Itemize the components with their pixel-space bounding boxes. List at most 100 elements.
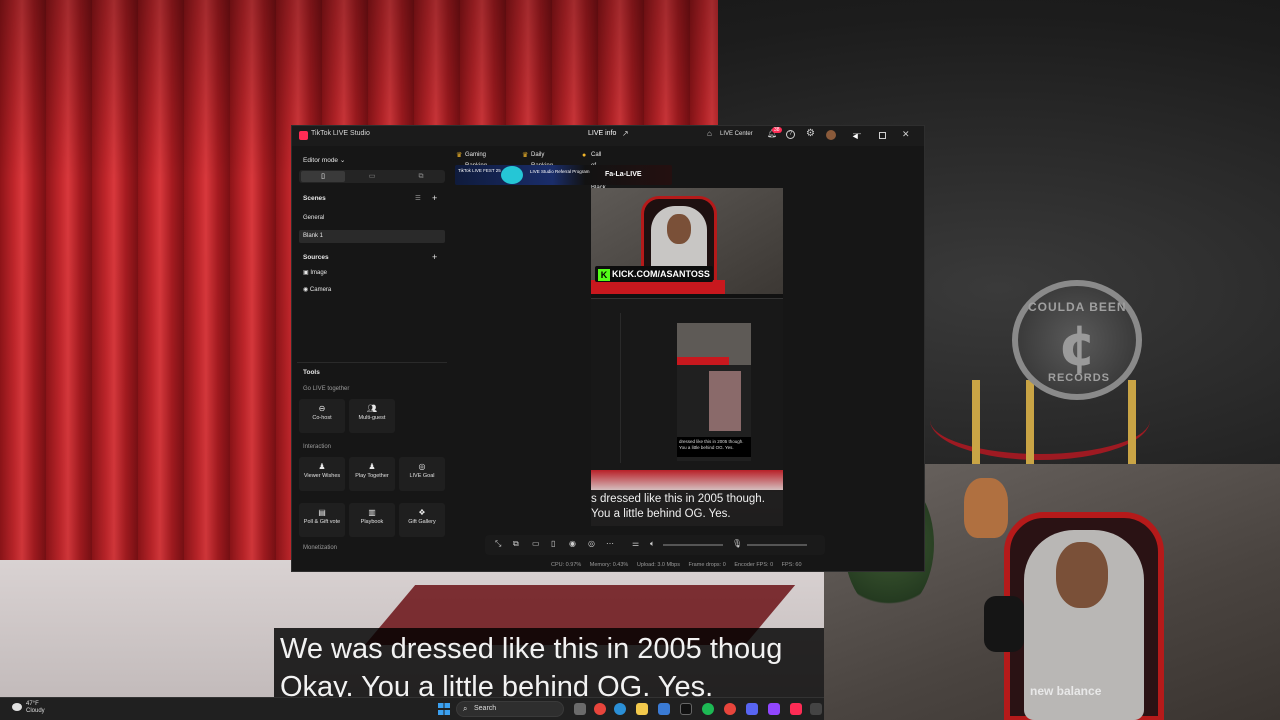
weather-condition: Cloudy bbox=[26, 708, 45, 714]
gift-gallery-label: Gift Gallery bbox=[408, 519, 436, 525]
file-explorer-icon[interactable] bbox=[636, 703, 648, 715]
phone-icon[interactable]: ▯ bbox=[551, 539, 555, 548]
live-info-title[interactable]: LIVE info bbox=[588, 130, 616, 137]
notification-badge: 38 bbox=[772, 127, 782, 133]
close-button[interactable]: ✕ bbox=[902, 129, 910, 140]
gift-gallery-button[interactable]: ❖ Gift Gallery bbox=[399, 503, 445, 537]
nested-capture: dressed like this in 2005 though. You a … bbox=[591, 294, 783, 470]
editor-mode-dropdown[interactable]: Editor mode ⌄ bbox=[303, 156, 345, 164]
landscape-layout-button[interactable]: ▭ bbox=[350, 171, 394, 182]
cpu-status: CPU: 0.97% bbox=[551, 562, 582, 568]
mixer-icon[interactable]: ⚌ bbox=[632, 539, 639, 548]
camera-icon: ◉ bbox=[303, 287, 309, 293]
windows-start-icon[interactable] bbox=[438, 703, 450, 715]
promo-banner[interactable]: TikTok LIVE FEST 25 LIVE Studio Referral… bbox=[455, 165, 672, 185]
record-icon[interactable]: ◉ bbox=[569, 539, 576, 548]
monetization-label: Monetization bbox=[303, 545, 338, 551]
scene-item-blank-1[interactable]: Blank 1 bbox=[299, 230, 445, 243]
help-icon[interactable]: ? bbox=[786, 130, 795, 139]
preview-subtitle-line-1: s dressed like this in 2005 though. bbox=[591, 493, 765, 505]
logo-text-bottom: RECORDS bbox=[1048, 372, 1111, 384]
nested-red-bar bbox=[677, 357, 729, 365]
monitor-icon[interactable]: ▭ bbox=[532, 539, 540, 548]
teddy-bear bbox=[964, 478, 1008, 538]
cloud-icon bbox=[12, 703, 22, 711]
chrome-profile-icon[interactable] bbox=[724, 703, 736, 715]
live-goal-button[interactable]: ◎ LIVE Goal bbox=[399, 457, 445, 491]
source-item-camera[interactable]: ◉ Camera bbox=[303, 286, 331, 293]
image-icon: ▣ bbox=[303, 270, 309, 276]
kick-icon: K bbox=[598, 268, 610, 281]
poll-gift-vote-button[interactable]: ▤ Poll & Gift vote bbox=[299, 503, 345, 537]
gift-gallery-icon: ❖ bbox=[418, 508, 426, 517]
game-category-button[interactable]: ●Call of Duty: Black Ops 7 bbox=[581, 150, 606, 213]
store-icon[interactable] bbox=[658, 703, 670, 715]
live-goal-icon: ◎ bbox=[418, 462, 426, 471]
go-live-together-label: Go LIVE together bbox=[303, 386, 350, 392]
logo-text-top: COULDA BEEN bbox=[1028, 300, 1127, 314]
chrome-icon[interactable] bbox=[594, 703, 606, 715]
poll-icon: ▤ bbox=[318, 508, 326, 517]
logo-symbol: ¢ bbox=[1058, 314, 1097, 379]
banner-right-text: Fa-La-LIVE bbox=[605, 171, 642, 178]
fps-status: FPS: 60 bbox=[781, 562, 802, 568]
share-icon[interactable]: ↗ bbox=[622, 129, 629, 138]
frame-drops-status: Frame drops: 0 bbox=[688, 562, 726, 568]
app-icon[interactable] bbox=[810, 703, 822, 715]
home-icon[interactable]: ⌂ bbox=[707, 129, 712, 138]
banner-art bbox=[501, 166, 523, 184]
preview-red-bar bbox=[591, 280, 725, 294]
dual-layout-button[interactable]: ⧉ bbox=[399, 171, 443, 182]
source-label: Image bbox=[310, 270, 328, 276]
taskbar-search[interactable]: ⌕ Search bbox=[456, 701, 564, 717]
target-icon[interactable]: ◎ bbox=[588, 539, 595, 548]
magic-icon[interactable]: ⤡ bbox=[495, 539, 501, 549]
source-item-image[interactable]: ▣ Image bbox=[303, 269, 327, 276]
search-placeholder: Search bbox=[474, 705, 497, 712]
discord-icon[interactable] bbox=[746, 703, 758, 715]
screen: COULDA BEEN ¢ RECORDS We was dressed lik… bbox=[0, 0, 1280, 720]
microphone-icon[interactable]: 🎙︎ bbox=[732, 539, 742, 548]
search-icon: ⌕ bbox=[463, 704, 468, 713]
chevron-down-icon: ⌄ bbox=[339, 157, 346, 164]
gear-icon[interactable]: ⚙ bbox=[806, 128, 815, 139]
list-icon[interactable]: ☰ bbox=[415, 194, 421, 202]
spotify-icon[interactable] bbox=[702, 703, 714, 715]
copy-icon[interactable]: ⧉ bbox=[513, 539, 519, 549]
live-goal-label: LIVE Goal bbox=[409, 473, 435, 479]
live-center-button[interactable]: LIVE Center bbox=[720, 131, 753, 137]
avatar[interactable] bbox=[826, 130, 836, 140]
maximize-button[interactable] bbox=[879, 132, 886, 139]
temperature: 47°F bbox=[26, 701, 39, 707]
subtitle-line-1: We was dressed like this in 2005 thoug bbox=[280, 633, 783, 665]
banner-left-text: TikTok LIVE FEST 25 bbox=[458, 168, 501, 173]
rope-post bbox=[1026, 380, 1034, 470]
viewer-wishes-button[interactable]: ♟ Viewer Wishes bbox=[299, 457, 345, 491]
obs-icon[interactable] bbox=[768, 703, 780, 715]
mic-volume-slider[interactable] bbox=[747, 544, 807, 546]
cohost-label: Co-host bbox=[312, 415, 332, 421]
scenes-header: Scenes bbox=[303, 195, 326, 202]
portrait-layout-button[interactable]: ▯ bbox=[301, 171, 345, 182]
add-source-icon[interactable]: + bbox=[432, 252, 437, 262]
title-bar[interactable]: TikTok LIVE Studio LIVE info ↗ ⌂ LIVE Ce… bbox=[292, 126, 924, 146]
stream-preview[interactable]: K KICK.COM/ASANTOSS dressed like this in … bbox=[591, 188, 783, 526]
banner-middle-text: LIVE Studio Referral Program bbox=[530, 169, 590, 174]
play-together-button[interactable]: ♟ Play Together bbox=[349, 457, 395, 491]
task-view-icon[interactable] bbox=[574, 703, 586, 715]
volume-slider[interactable] bbox=[663, 544, 723, 546]
playbook-button[interactable]: ▥ Playbook bbox=[349, 503, 395, 537]
daily-ranking-button[interactable]: ♛Daily Ranking bbox=[521, 150, 553, 169]
cohost-button[interactable]: ⊖ Co-host bbox=[299, 399, 345, 433]
nested-window: dressed like this in 2005 though. You a … bbox=[591, 298, 783, 470]
capcut-icon[interactable] bbox=[680, 703, 692, 715]
speaker-icon[interactable]: 🔈︎ bbox=[650, 539, 655, 549]
more-icon[interactable]: ⋯ bbox=[606, 539, 614, 548]
gaming-ranking-button[interactable]: ♛Gaming Ranking bbox=[455, 150, 487, 169]
edge-icon[interactable] bbox=[614, 703, 626, 715]
editor-mode-label: Editor mode bbox=[303, 157, 339, 164]
multiguest-button[interactable]: 👥︎ Multi-guest bbox=[349, 399, 395, 433]
viewer-wishes-label: Viewer Wishes bbox=[303, 473, 341, 479]
tiktok-live-icon[interactable] bbox=[790, 703, 802, 715]
add-scene-icon[interactable]: + bbox=[432, 193, 437, 203]
